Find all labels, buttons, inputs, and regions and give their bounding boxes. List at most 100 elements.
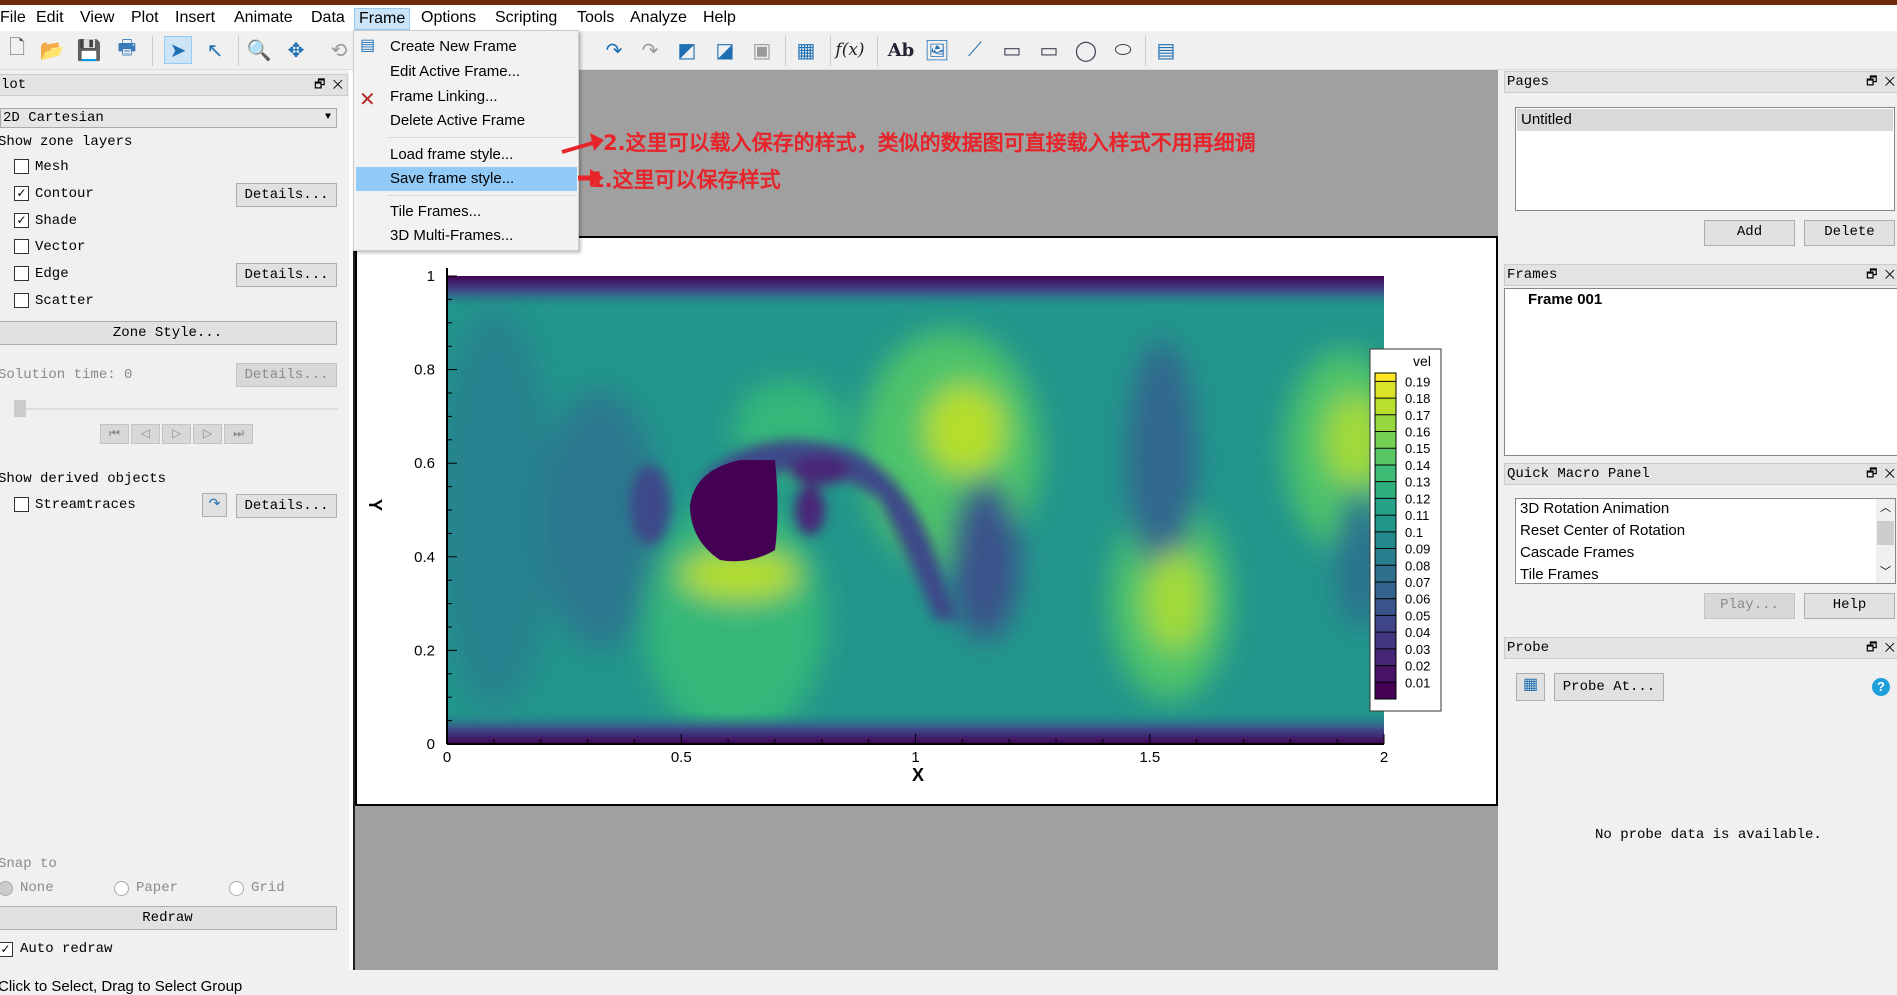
dock-close-icon[interactable]: 🗗 ✕ — [1866, 72, 1895, 92]
macro-item[interactable]: Tile Frames — [1520, 566, 1599, 583]
legend-label: 0.17 — [1405, 408, 1430, 423]
legend-color-band — [1375, 598, 1396, 616]
new-frame-icon: ▤ — [360, 37, 376, 54]
legend-label: 0.09 — [1405, 542, 1430, 557]
x-tick-label: 1 — [911, 749, 919, 766]
add-page-button[interactable]: Add — [1704, 220, 1795, 246]
y-tick-label: 0.4 — [414, 549, 435, 566]
legend-color-band — [1375, 682, 1396, 699]
legend-label: 0.16 — [1405, 425, 1430, 440]
legend-label: 0.07 — [1405, 575, 1430, 590]
annotation-save-style: 1.这里可以保存样式 — [590, 168, 781, 192]
legend-label: 0.14 — [1405, 458, 1430, 473]
x-tick-label: 0.5 — [671, 749, 692, 766]
quick-macro-title: Quick Macro Panel — [1507, 466, 1650, 482]
menu-item-tile-frames[interactable]: Tile Frames... — [390, 200, 481, 224]
legend-color-band — [1375, 565, 1396, 582]
legend-color-band — [1375, 632, 1396, 649]
x-tick-label: 2 — [1380, 749, 1388, 766]
menu-item-create-new-frame[interactable]: Create New Frame — [390, 35, 517, 59]
frames-title: Frames — [1507, 267, 1558, 283]
pages-list: Untitled — [1515, 107, 1895, 211]
menu-item-save-frame-style[interactable]: Save frame style... — [390, 167, 514, 191]
legend-color-band — [1375, 581, 1396, 599]
x-tick-label: 0 — [443, 749, 451, 766]
legend-label: 0.1 — [1405, 525, 1423, 540]
macro-item[interactable]: Reset Center of Rotation — [1520, 522, 1685, 539]
y-tick-label: 0.8 — [414, 362, 435, 379]
legend-color-band — [1375, 648, 1396, 666]
legend-label: 0.06 — [1405, 592, 1430, 607]
y-tick-label: 1 — [427, 268, 435, 285]
legend-color-band — [1375, 515, 1396, 532]
frame-item-frame-001[interactable]: Frame 001 — [1528, 291, 1602, 308]
y-axis-title: Y — [365, 499, 385, 511]
probe-at-button[interactable]: Probe At... — [1554, 673, 1664, 701]
pages-header: Pages 🗗 ✕ — [1504, 71, 1897, 93]
legend-color-band — [1375, 665, 1396, 683]
legend-label: 0.18 — [1405, 391, 1430, 406]
legend-color-band — [1375, 398, 1396, 415]
legend-label: 0.11 — [1405, 508, 1429, 523]
x-tick-label: 1.5 — [1139, 749, 1160, 766]
macro-item[interactable]: Cascade Frames — [1520, 544, 1634, 561]
legend-color-band — [1375, 464, 1396, 482]
page-item-label: Untitled — [1521, 111, 1572, 128]
pages-title: Pages — [1507, 74, 1550, 90]
legend-label: 0.03 — [1405, 642, 1430, 657]
x-axis-title: X — [912, 765, 924, 785]
menu-item-frame-linking[interactable]: Frame Linking... — [390, 85, 498, 109]
legend-color-band — [1375, 373, 1396, 382]
legend-label: 0.04 — [1405, 625, 1430, 640]
contour-field — [447, 276, 1384, 744]
legend-color-band — [1375, 615, 1396, 633]
legend-color-band — [1375, 548, 1396, 566]
legend-color-band — [1375, 481, 1396, 499]
probe-title: Probe — [1507, 640, 1550, 656]
probe-tool-icon[interactable]: ▦ — [1516, 673, 1545, 701]
contour-region — [790, 455, 850, 485]
contour-region — [950, 480, 1020, 640]
legend-label: 0.12 — [1405, 491, 1430, 506]
right-sidebar: Pages 🗗 ✕ Untitled Add Delete Frames 🗗 ✕ F… — [1500, 70, 1897, 989]
scrollbar-thumb[interactable] — [1877, 521, 1894, 545]
contour-region — [1127, 340, 1197, 580]
delete-page-button[interactable]: Delete — [1804, 220, 1895, 246]
help-icon[interactable]: ? — [1872, 678, 1890, 696]
legend-color-band — [1375, 498, 1396, 516]
menu-item-edit-active-frame[interactable]: Edit Active Frame... — [390, 60, 520, 84]
delete-x-icon: ✕ — [359, 89, 376, 111]
arrow-head — [590, 133, 604, 151]
y-tick-label: 0.2 — [414, 642, 435, 659]
probe-empty-message: No probe data is available. — [1595, 827, 1822, 843]
legend-label: 0.13 — [1405, 475, 1430, 490]
y-tick-label: 0.6 — [414, 455, 435, 472]
legend-color-band — [1375, 531, 1396, 549]
dock-close-icon[interactable]: 🗗 ✕ — [1866, 638, 1895, 658]
contour-region — [630, 465, 670, 545]
play-macro-button[interactable]: Play... — [1704, 593, 1795, 619]
macro-item[interactable]: 3D Rotation Animation — [1520, 500, 1669, 517]
legend-color-band — [1375, 414, 1396, 432]
legend-title: vel — [1413, 353, 1431, 369]
dock-close-icon[interactable]: 🗗 ✕ — [1866, 464, 1895, 484]
menu-item-delete-active-frame[interactable]: Delete Active Frame — [390, 109, 525, 133]
dock-close-icon[interactable]: 🗗 ✕ — [1866, 265, 1895, 285]
menu-item-3d-multi-frames[interactable]: 3D Multi-Frames... — [390, 224, 513, 248]
top-wall-layer — [447, 276, 1384, 308]
contour-region — [795, 485, 825, 535]
macro-list: 3D Rotation Animation Reset Center of Ro… — [1515, 498, 1896, 584]
probe-header: Probe 🗗 ✕ — [1504, 637, 1897, 659]
legend-label: 0.15 — [1405, 441, 1430, 456]
macro-help-button[interactable]: Help — [1804, 593, 1895, 619]
y-tick-label: 0 — [427, 736, 435, 753]
legend-color-band — [1375, 381, 1396, 399]
macro-scrollbar[interactable]: ︿ ﹀ — [1876, 499, 1895, 583]
legend-color-band — [1375, 448, 1396, 465]
contour-region — [1145, 550, 1205, 650]
page-item-untitled[interactable] — [1517, 109, 1893, 131]
menu-item-load-frame-style[interactable]: Load frame style... — [390, 143, 513, 167]
scroll-down-icon[interactable]: ﹀ — [1880, 563, 1891, 579]
scroll-up-icon[interactable]: ︿ — [1880, 499, 1891, 515]
legend-color-band — [1375, 431, 1396, 449]
